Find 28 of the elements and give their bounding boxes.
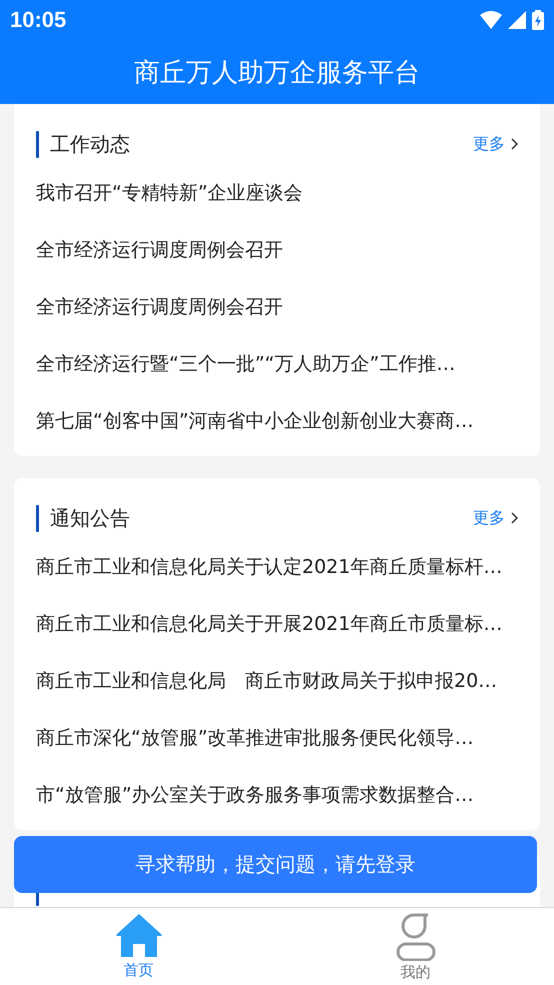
home-icon bbox=[114, 913, 162, 959]
news-item[interactable]: 全市经济运行暨“三个一批”“万人助万企”工作推… bbox=[36, 335, 518, 392]
tab[interactable]: 我的 bbox=[277, 908, 554, 985]
news-item[interactable]: 市“放管服”办公室关于政务服务事项需求数据整合… bbox=[36, 766, 518, 823]
accent-bar bbox=[36, 504, 39, 532]
person-icon bbox=[394, 913, 436, 961]
app-title: 商丘万人助万企服务平台 bbox=[133, 56, 421, 90]
news-item[interactable]: 商丘市深化“放管服”改革推进审批服务便民化领导… bbox=[36, 709, 518, 766]
news-item[interactable]: 商丘市工业和信息化局关于认定2021年商丘质量标杆… bbox=[36, 538, 518, 595]
status-time: 10:05 bbox=[10, 7, 66, 33]
battery-icon bbox=[532, 10, 544, 30]
accent-bar bbox=[36, 130, 39, 158]
section-title: 通知公告 bbox=[50, 504, 131, 532]
news-item[interactable]: 商丘市工业和信息化局 商丘市财政局关于拟申报20… bbox=[36, 652, 518, 709]
news-item[interactable]: 全市经济运行调度周例会召开 bbox=[36, 221, 518, 278]
news-item[interactable]: 第七届“创客中国”河南省中小企业创新创业大赛商… bbox=[36, 392, 518, 449]
news-item[interactable]: 全市经济运行调度周例会召开 bbox=[36, 278, 518, 335]
more-link[interactable]: 更多 bbox=[473, 508, 518, 528]
news-item[interactable]: 我市召开“专精特新”企业座谈会 bbox=[36, 164, 518, 221]
wifi-icon bbox=[480, 11, 502, 29]
signal-icon bbox=[508, 11, 526, 29]
chevron-icon bbox=[511, 512, 518, 524]
news-item[interactable]: 商丘市工业和信息化局关于开展2021年商丘市质量标… bbox=[36, 595, 518, 652]
tab[interactable]: 首页 bbox=[0, 908, 277, 985]
section-title: 工作动态 bbox=[50, 130, 131, 158]
chevron-icon bbox=[511, 138, 518, 150]
help-button[interactable]: 寻求帮助，提交问题，请先登录 bbox=[14, 836, 537, 893]
more-link[interactable]: 更多 bbox=[473, 134, 518, 154]
